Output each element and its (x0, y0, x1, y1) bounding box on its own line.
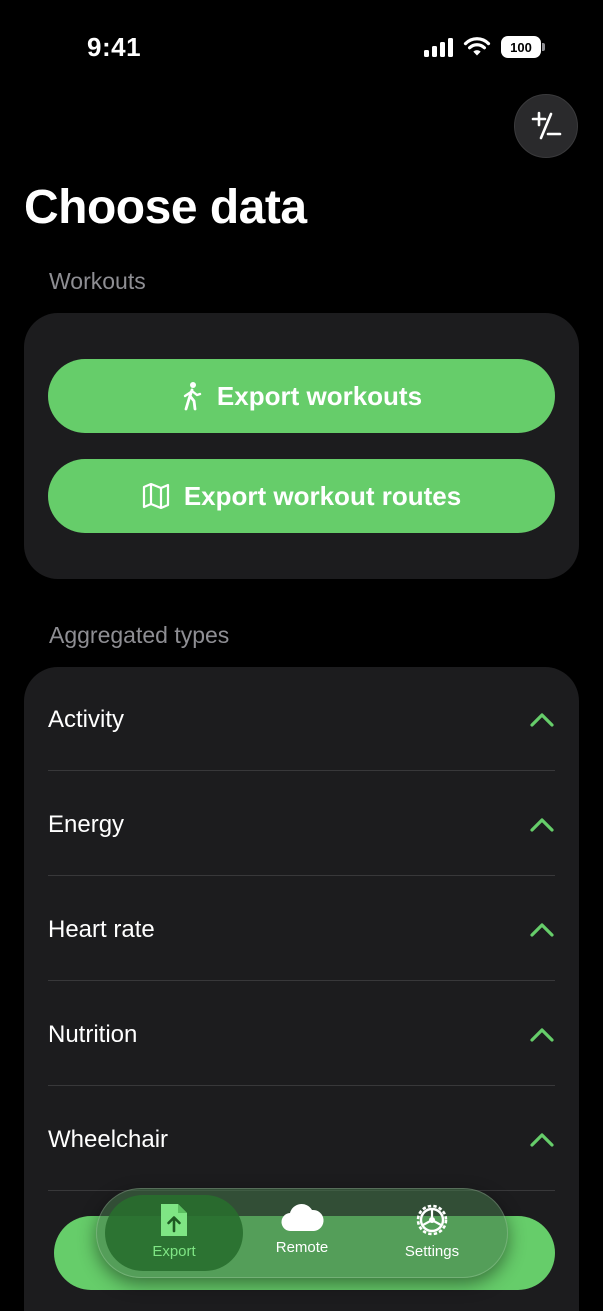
workouts-card: Export workouts Export workout routes (24, 313, 579, 579)
tab-settings[interactable]: Settings (367, 1201, 497, 1271)
battery-icon: 100 (501, 36, 545, 58)
aggregated-row-wheelchair[interactable]: Wheelchair (48, 1087, 555, 1192)
battery-level: 100 (510, 39, 532, 55)
page-title: Choose data (24, 181, 307, 234)
map-icon (142, 483, 169, 509)
tab-remote[interactable]: Remote (237, 1201, 367, 1271)
row-divider (48, 980, 555, 981)
aggregated-row-energy[interactable]: Energy (48, 772, 555, 877)
aggregated-row-heart-rate[interactable]: Heart rate (48, 877, 555, 982)
tab-label: Export (152, 1243, 196, 1260)
aggregated-row-label: Activity (48, 705, 125, 733)
gear-icon (416, 1204, 448, 1236)
cloud-icon (281, 1204, 324, 1232)
export-workout-routes-label: Export workout routes (183, 480, 462, 511)
export-doc-icon (161, 1204, 187, 1236)
row-divider (48, 770, 555, 771)
status-icons: 100 (424, 36, 545, 58)
tab-bar: Export Remote Settings (96, 1188, 508, 1278)
aggregated-row-label: Nutrition (48, 1020, 138, 1048)
row-divider (48, 875, 555, 876)
section-label-workouts: Workouts (49, 268, 146, 294)
chevron-up-icon (530, 1132, 554, 1147)
chevron-up-icon (530, 712, 554, 727)
chevron-up-icon (530, 922, 554, 937)
export-workouts-button[interactable]: Export workouts (48, 359, 555, 433)
aggregated-row-label: Heart rate (48, 915, 155, 943)
cellular-signal-icon (424, 37, 453, 57)
status-bar: 9:41 100 (0, 0, 603, 96)
export-workouts-label: Export workouts (216, 380, 423, 411)
status-time: 9:41 (87, 32, 142, 62)
export-workout-routes-button[interactable]: Export workout routes (48, 459, 555, 533)
aggregated-row-activity[interactable]: Activity (48, 667, 555, 772)
aggregated-row-label: Wheelchair (48, 1125, 169, 1153)
tab-export[interactable]: Export (109, 1201, 239, 1271)
wifi-icon (463, 37, 491, 56)
aggregated-row-label: Energy (48, 810, 125, 838)
tab-label: Settings (404, 1243, 460, 1260)
section-label-aggregated: Aggregated types (49, 622, 230, 648)
plus-minus-button[interactable] (514, 94, 578, 158)
row-divider (48, 1085, 555, 1086)
screen: 9:41 100 Choose data Workouts Export wor… (0, 0, 603, 1311)
plus-minus-icon (531, 111, 562, 140)
figure-walk-icon (183, 382, 202, 411)
aggregated-row-nutrition[interactable]: Nutrition (48, 982, 555, 1087)
tab-label: Remote (275, 1239, 329, 1256)
chevron-up-icon (530, 1027, 554, 1042)
chevron-up-icon (530, 817, 554, 832)
